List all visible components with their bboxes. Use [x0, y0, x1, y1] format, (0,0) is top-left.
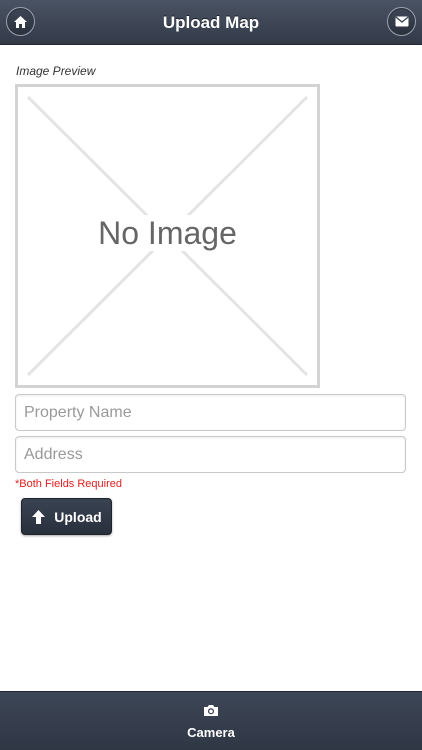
footer-tab-bar: Camera: [0, 691, 422, 750]
upload-arrow-icon: [31, 509, 46, 525]
image-preview-label: Image Preview: [16, 64, 96, 78]
required-fields-note: *Both Fields Required: [15, 478, 123, 490]
property-name-input[interactable]: [15, 394, 406, 431]
camera-tab-label: Camera: [187, 725, 235, 740]
page-title: Upload Map: [162, 13, 260, 32]
header-bar: Upload Map: [0, 0, 422, 45]
mail-icon: [394, 16, 409, 27]
mail-button[interactable]: [387, 7, 416, 36]
upload-button[interactable]: Upload: [21, 498, 112, 535]
camera-tab[interactable]: Camera: [0, 692, 422, 750]
upload-button-label: Upload: [54, 508, 102, 525]
address-input[interactable]: [15, 436, 406, 473]
no-image-text: No Image: [96, 215, 239, 251]
camera-icon: [204, 705, 218, 716]
image-preview: No Image: [15, 84, 320, 388]
